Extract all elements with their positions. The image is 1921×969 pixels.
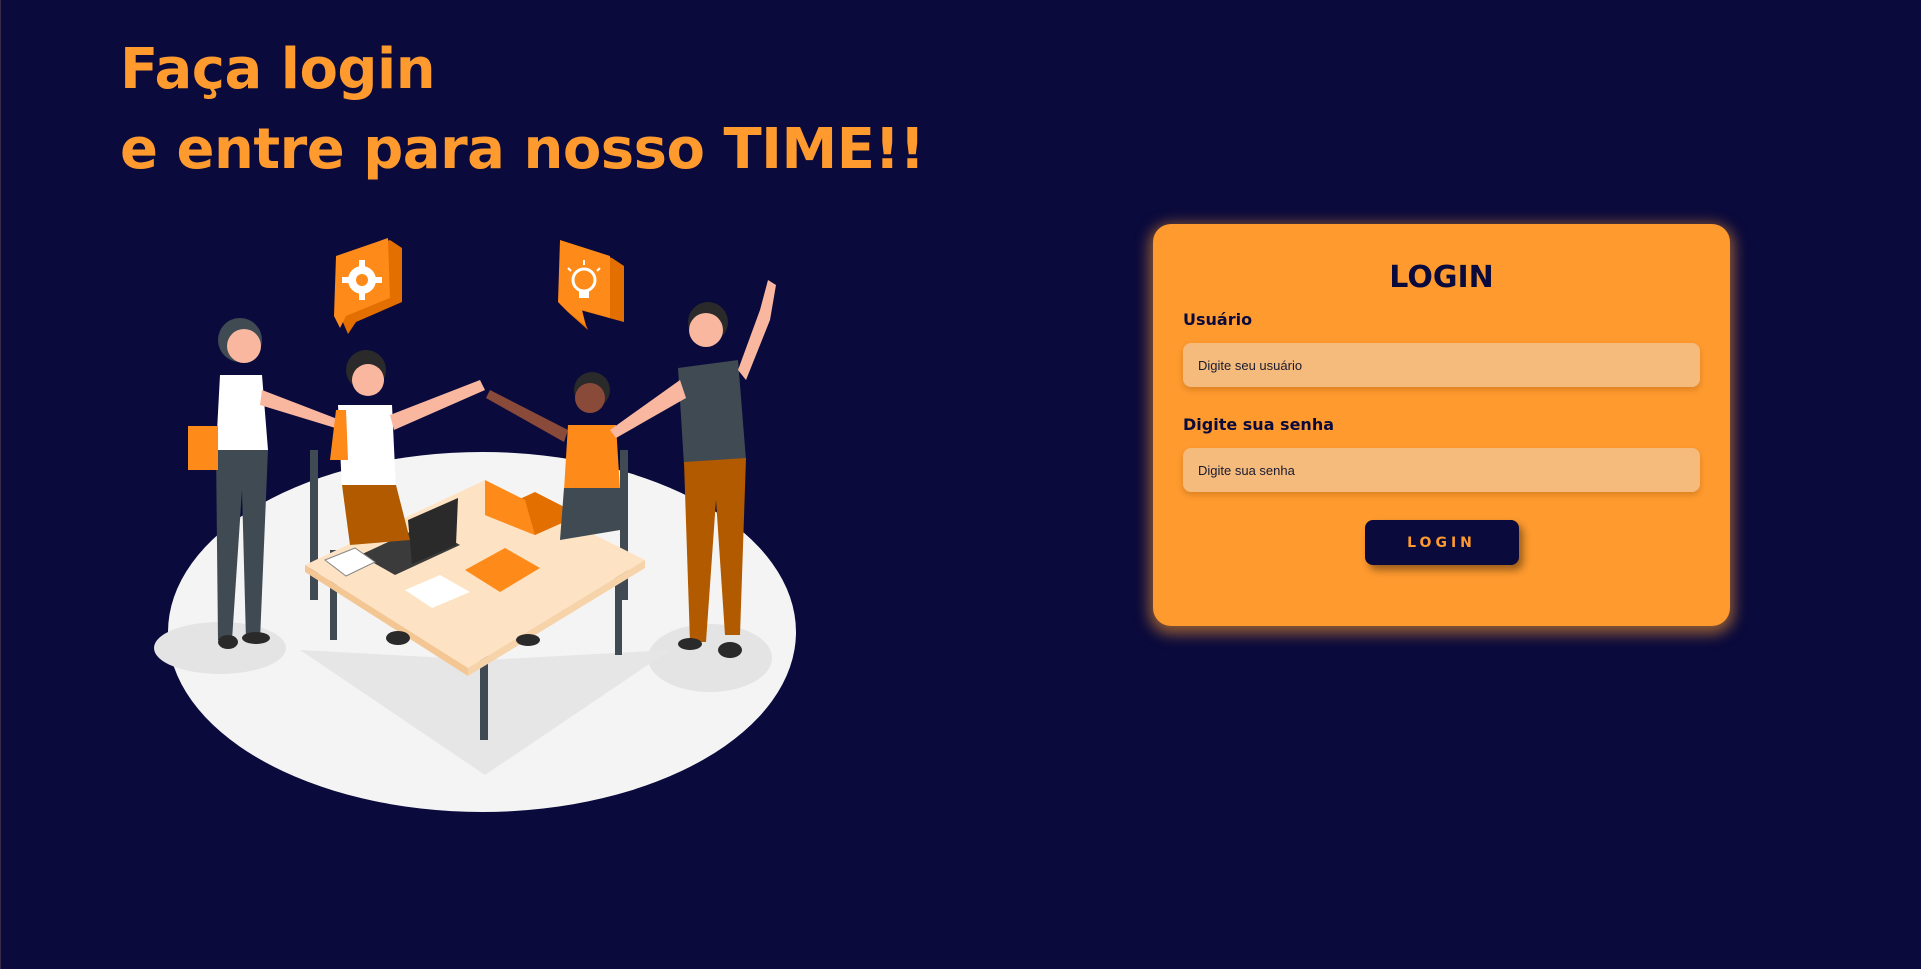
login-page: Faça login e entre para nosso TIME!! LOG…	[0, 0, 1921, 969]
gear-bubble-icon	[334, 238, 402, 334]
headline-line-1: Faça login	[120, 37, 436, 102]
lightbulb-bubble-icon	[558, 240, 624, 330]
username-label: Usuário	[1183, 310, 1253, 329]
login-title: LOGIN	[1389, 260, 1494, 295]
window-edge	[0, 0, 1, 969]
login-button[interactable]: LOGIN	[1364, 520, 1519, 565]
login-card: LOGIN Usuário Digite sua senha LOGIN	[1153, 224, 1730, 626]
password-label: Digite sua senha	[1183, 415, 1335, 434]
username-input[interactable]	[1183, 343, 1700, 387]
headline-line-2: e entre para nosso TIME!!	[120, 117, 925, 182]
username-group: Usuário	[1183, 310, 1700, 387]
page-headline: Faça login e entre para nosso TIME!!	[120, 30, 925, 190]
password-input[interactable]	[1183, 448, 1700, 492]
team-illustration	[154, 238, 796, 812]
password-group: Digite sua senha	[1183, 415, 1700, 492]
